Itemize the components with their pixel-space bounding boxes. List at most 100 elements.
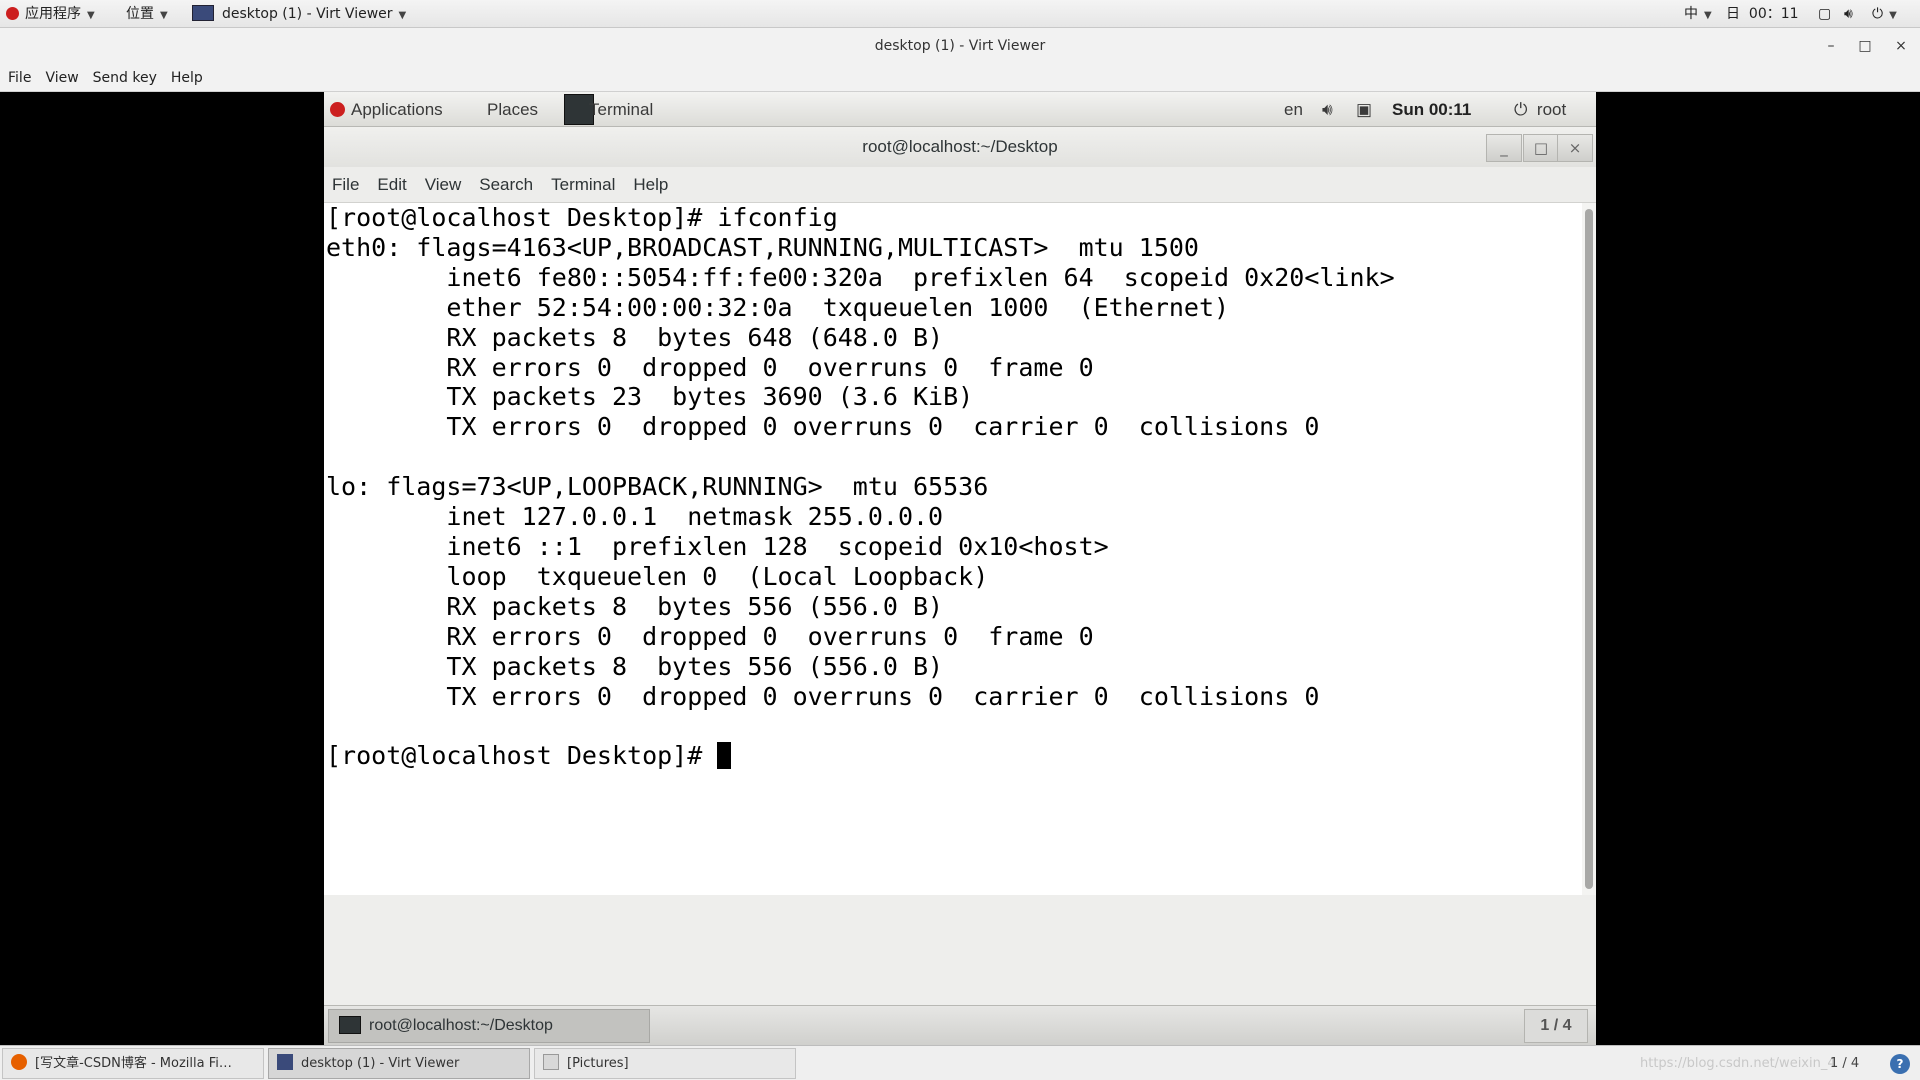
terminal-close-button[interactable]: × <box>1557 134 1593 162</box>
terminal-menu-terminal[interactable]: Terminal <box>542 167 624 203</box>
host-clock[interactable]: 日 00：11 <box>1726 0 1799 28</box>
host-workspace-pager[interactable]: 1 / 4 <box>1830 1046 1859 1080</box>
host-places-menu[interactable]: 位置 ▼ <box>126 0 168 28</box>
terminal-line: RX errors 0 dropped 0 overruns 0 frame 0 <box>326 352 1094 382</box>
guest-clock-label: Sun 00:11 <box>1392 100 1472 119</box>
guest-clock[interactable]: Sun 00:11 <box>1392 92 1471 127</box>
terminal-menu-search[interactable]: Search <box>470 167 542 203</box>
taskbar-item-virt-viewer[interactable]: desktop (1) - Virt Viewer <box>268 1048 530 1079</box>
input-method-label: 中 <box>1684 6 1698 22</box>
terminal-line: ether 52:54:00:00:32:0a txqueuelen 1000 … <box>326 292 1230 322</box>
terminal-maximize-button[interactable]: □ <box>1523 134 1559 162</box>
terminal-text: [root@localhost Desktop]# ifconfig eth0: … <box>326 203 1395 771</box>
terminal-titlebar: root@localhost:~/Desktop <box>324 127 1596 167</box>
terminal-icon <box>339 1016 361 1034</box>
terminal-line: TX packets 8 bytes 556 (556.0 B) <box>326 651 944 681</box>
terminal-line: TX errors 0 dropped 0 overruns 0 carrier… <box>326 681 1320 711</box>
terminal-cursor <box>717 742 732 770</box>
menu-view[interactable]: View <box>38 64 85 92</box>
terminal-line: loop txqueuelen 0 (Local Loopback) <box>326 561 989 591</box>
host-taskbar: [写文章-CSDN博客 - Mozilla Fi… desktop (1) - … <box>0 1045 1920 1080</box>
host-applications-menu[interactable]: 应用程序 ▼ <box>6 0 95 28</box>
maximize-button[interactable]: □ <box>1848 28 1882 64</box>
terminal-prompt: [root@localhost Desktop]# <box>326 741 718 771</box>
close-button[interactable]: × <box>1884 28 1918 64</box>
chevron-down-icon: ▼ <box>1704 10 1712 21</box>
terminal-line: inet 127.0.0.1 netmask 255.0.0.0 <box>326 502 944 532</box>
power-icon: ⏻ <box>1514 100 1528 119</box>
terminal-line: eth0: flags=4163<UP,BROADCAST,RUNNING,MU… <box>326 232 1199 262</box>
terminal-menubar: File Edit View Search Terminal Help <box>324 167 1596 203</box>
taskbar-item-label: desktop (1) - Virt Viewer <box>301 1056 460 1071</box>
redhat-icon <box>6 7 19 20</box>
chevron-down-icon: ▼ <box>1889 10 1897 21</box>
menu-file[interactable]: File <box>0 64 38 92</box>
host-top-panel: 应用程序 ▼ 位置 ▼ desktop (1) - Virt Viewer ▼ 中 ▼ … <box>0 0 1920 28</box>
host-window-menu[interactable]: desktop (1) - Virt Viewer ▼ <box>192 0 406 28</box>
host-clock-label: 00：11 <box>1748 6 1799 22</box>
guest-task-label: root@localhost:~/Desktop <box>369 1017 553 1034</box>
terminal-menu-file[interactable]: File <box>324 167 368 203</box>
user-label: root <box>1536 100 1567 119</box>
taskbar-item-firefox[interactable]: [写文章-CSDN博客 - Mozilla Fi… <box>2 1048 264 1079</box>
terminal-line: TX packets 23 bytes 3690 (3.6 KiB) <box>326 382 974 412</box>
terminal-menu-view[interactable]: View <box>416 167 471 203</box>
terminal-line: inet6 ::1 prefixlen 128 scopeid 0x10<hos… <box>326 531 1109 561</box>
terminal-menu-edit[interactable]: Edit <box>368 167 415 203</box>
virt-viewer-menubar: File View Send key Help <box>0 64 1920 92</box>
guest-taskbar-terminal[interactable]: root@localhost:~/Desktop <box>328 1009 650 1043</box>
input-method-indicator[interactable]: 中 ▼ <box>1684 0 1712 28</box>
terminal-line: [root@localhost Desktop]# ifconfig <box>326 203 838 232</box>
notification-icon[interactable]: ? <box>1890 1054 1910 1074</box>
redhat-icon <box>330 102 345 117</box>
power-icon[interactable]: ⏻ ▼ <box>1872 0 1897 28</box>
screen-icon[interactable]: ▢ <box>1818 0 1831 28</box>
watermark-text: https://blog.csdn.net/weixin_4 <box>1640 1056 1836 1071</box>
menu-help[interactable]: Help <box>164 64 210 92</box>
terminal-line: lo: flags=73<UP,LOOPBACK,RUNNING> mtu 65… <box>326 472 989 502</box>
guest-terminal-label: Terminal <box>589 100 654 119</box>
folder-icon <box>543 1054 559 1070</box>
host-applications-label: 应用程序 <box>25 6 81 22</box>
host-window-label: desktop (1) - Virt Viewer <box>222 6 393 22</box>
terminal-line: RX packets 8 bytes 648 (648.0 B) <box>326 322 944 352</box>
workspace-switcher[interactable]: 1 / 4 <box>1524 1009 1588 1043</box>
guest-terminal-app[interactable]: Terminal <box>589 92 653 127</box>
virt-viewer-icon <box>192 5 214 21</box>
chevron-down-icon: ▼ <box>160 10 168 21</box>
terminal-line: inet6 fe80::5054:ff:fe00:320a prefixlen … <box>326 262 1395 292</box>
virt-viewer-icon <box>277 1054 293 1070</box>
guest-applications-menu[interactable]: Applications <box>330 92 443 127</box>
terminal-line: RX packets 8 bytes 556 (556.0 B) <box>326 591 944 621</box>
terminal-minimize-button[interactable]: _ <box>1486 134 1522 162</box>
language-indicator[interactable]: en <box>1284 92 1303 127</box>
host-day-label: 日 <box>1726 6 1740 22</box>
guest-desktop: Applications Places Terminal en 🔊︎ ▣ Sun… <box>324 92 1596 1045</box>
guest-places-menu[interactable]: Places <box>487 92 538 127</box>
chevron-down-icon: ▼ <box>87 10 95 21</box>
guest-bottom-panel: root@localhost:~/Desktop 1 / 4 <box>324 1005 1596 1045</box>
terminal-scrollbar-thumb[interactable] <box>1585 209 1593 889</box>
terminal-scrollbar[interactable] <box>1582 203 1596 895</box>
menu-send-key[interactable]: Send key <box>86 64 164 92</box>
terminal-output[interactable]: [root@localhost Desktop]# ifconfig eth0: … <box>324 203 1582 895</box>
firefox-icon <box>11 1054 27 1070</box>
terminal-menu-help[interactable]: Help <box>624 167 677 203</box>
guest-places-label: Places <box>487 100 539 119</box>
taskbar-item-label: [Pictures] <box>567 1056 629 1071</box>
network-icon[interactable]: ▣ <box>1356 92 1372 127</box>
virt-viewer-title: desktop (1) - Virt Viewer <box>874 38 1046 54</box>
terminal-line: TX errors 0 dropped 0 overruns 0 carrier… <box>326 412 1320 442</box>
chevron-down-icon: ▼ <box>398 10 407 21</box>
taskbar-item-pictures[interactable]: [Pictures] <box>534 1048 796 1079</box>
terminal-title: root@localhost:~/Desktop <box>862 137 1058 156</box>
volume-icon[interactable]: 🔊︎ <box>1322 92 1333 127</box>
terminal-line: RX errors 0 dropped 0 overruns 0 frame 0 <box>326 621 1094 651</box>
terminal-prompt-line[interactable]: [root@localhost Desktop]# <box>326 741 1395 771</box>
volume-icon[interactable]: 🔊︎ <box>1844 0 1853 28</box>
host-places-label: 位置 <box>126 6 154 22</box>
minimize-button[interactable]: – <box>1814 28 1848 64</box>
user-menu[interactable]: ⏻ root <box>1514 92 1566 127</box>
